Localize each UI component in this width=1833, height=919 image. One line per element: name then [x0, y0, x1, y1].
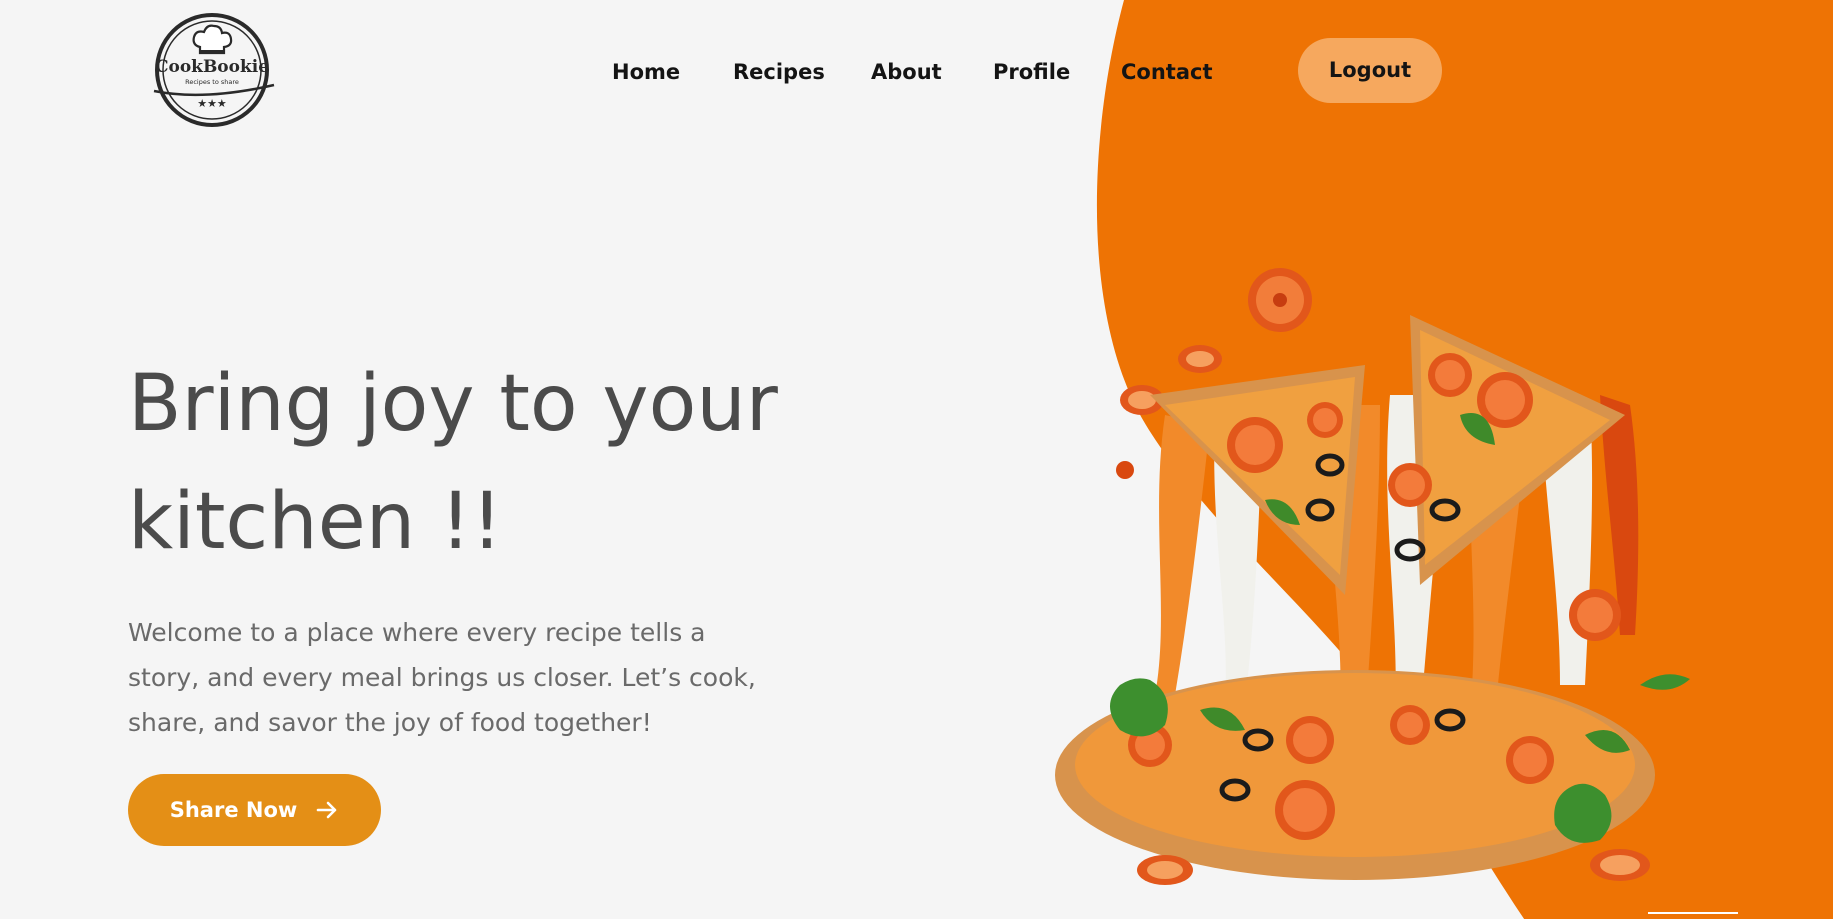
logout-button[interactable]: Logout: [1298, 38, 1442, 103]
share-now-label: Share Now: [169, 798, 298, 822]
chef-hat-icon: CookBookie Recipes to share ★★★: [153, 13, 275, 127]
nav-item-recipes[interactable]: Recipes: [733, 52, 825, 92]
nav-item-home[interactable]: Home: [612, 52, 680, 92]
nav-item-about[interactable]: About: [871, 52, 942, 92]
tomato-slice-bottom: [1137, 855, 1193, 885]
hero-description: Welcome to a place where every recipe te…: [128, 618, 756, 737]
hero-title-line-2: kitchen !!: [128, 477, 503, 567]
logo-wordmark: CookBookie: [155, 57, 269, 77]
logo-tagline: Recipes to share: [185, 78, 239, 86]
landing-page: CookBookie Recipes to share ★★★ Home Rec…: [0, 0, 1833, 919]
bottom-indicator-line: [1648, 912, 1738, 914]
tomato-slice-right: [1569, 589, 1621, 641]
tomato-slice-bottom-right: [1590, 849, 1650, 881]
hero-title-line-1: Bring joy to your: [128, 359, 778, 449]
arrow-right-icon: [316, 801, 337, 819]
basil-leaf: [1640, 674, 1690, 690]
sauce-drop: [1116, 461, 1134, 479]
tomato-slice-top: [1248, 268, 1312, 332]
share-now-button[interactable]: Share Now: [128, 774, 381, 846]
logo-stars: ★★★: [197, 97, 227, 110]
hero-title: Bring joy to your kitchen !!: [128, 345, 828, 581]
nav-item-profile[interactable]: Profile: [993, 52, 1070, 92]
site-logo[interactable]: CookBookie Recipes to share ★★★: [148, 11, 276, 129]
pizza-illustration: [1055, 268, 1690, 885]
tomato-slice-left: [1178, 345, 1222, 373]
nav-item-contact[interactable]: Contact: [1121, 52, 1213, 92]
